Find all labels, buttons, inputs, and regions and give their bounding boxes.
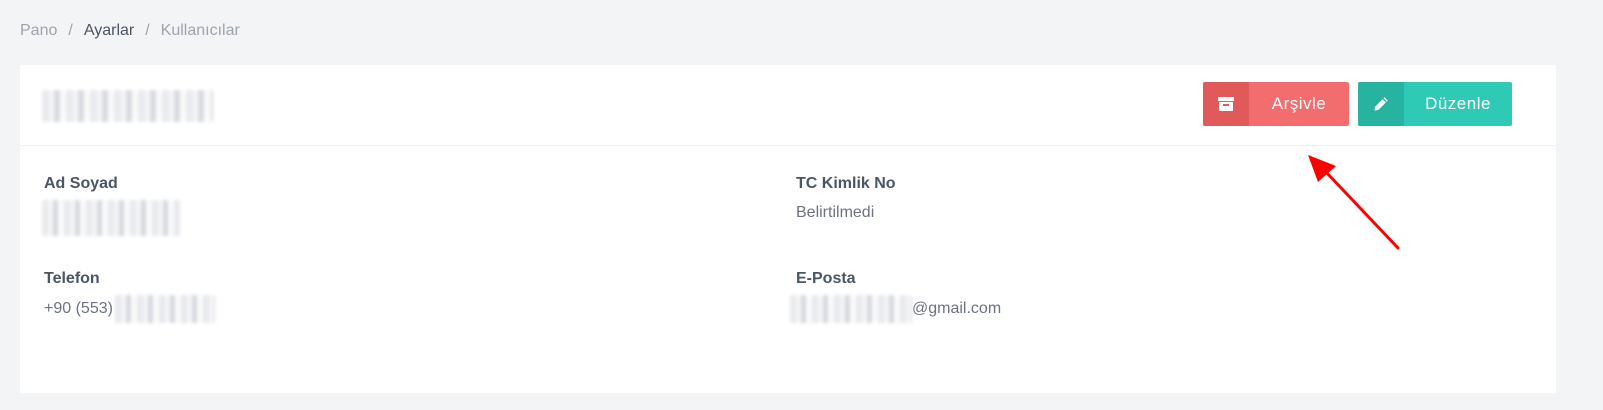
edit-button[interactable]: Düzenle — [1358, 82, 1512, 126]
user-detail-card: Arşivle Düzenle Ad Soyad TC Kimlik No Be… — [20, 65, 1556, 393]
redacted-block — [790, 295, 912, 323]
tc-value: Belirtilmedi — [796, 204, 875, 221]
breadcrumb-item-pano[interactable]: Pano — [20, 22, 57, 40]
breadcrumb-item-kullanicilar: Kullanıcılar — [160, 22, 240, 39]
email-suffix: @gmail.com — [912, 300, 1002, 317]
name-value-redacted — [42, 200, 180, 236]
phone-value: +90 (553) — [44, 295, 215, 323]
tc-label: TC Kimlik No — [796, 175, 896, 192]
pencil-icon — [1358, 82, 1404, 126]
name-label: Ad Soyad — [44, 175, 118, 192]
breadcrumb-item-ayarlar[interactable]: Ayarlar — [84, 22, 134, 40]
archive-button[interactable]: Arşivle — [1203, 82, 1349, 126]
phone-prefix: +90 (553) — [44, 300, 113, 317]
user-name-redacted — [42, 90, 214, 122]
breadcrumb-separator: / — [68, 22, 73, 39]
redacted-block — [114, 295, 215, 323]
edit-button-label: Düzenle — [1425, 94, 1491, 113]
email-label: E-Posta — [796, 270, 856, 287]
archive-box-icon — [1203, 82, 1249, 126]
email-value: @gmail.com — [790, 295, 1001, 323]
breadcrumb-separator: / — [145, 22, 150, 39]
redacted-block — [42, 200, 180, 236]
phone-label: Telefon — [44, 270, 100, 287]
archive-button-label: Arşivle — [1271, 94, 1327, 113]
card-header: Arşivle Düzenle — [20, 65, 1556, 146]
breadcrumb: Pano / Ayarlar / Kullanıcılar — [20, 20, 240, 42]
